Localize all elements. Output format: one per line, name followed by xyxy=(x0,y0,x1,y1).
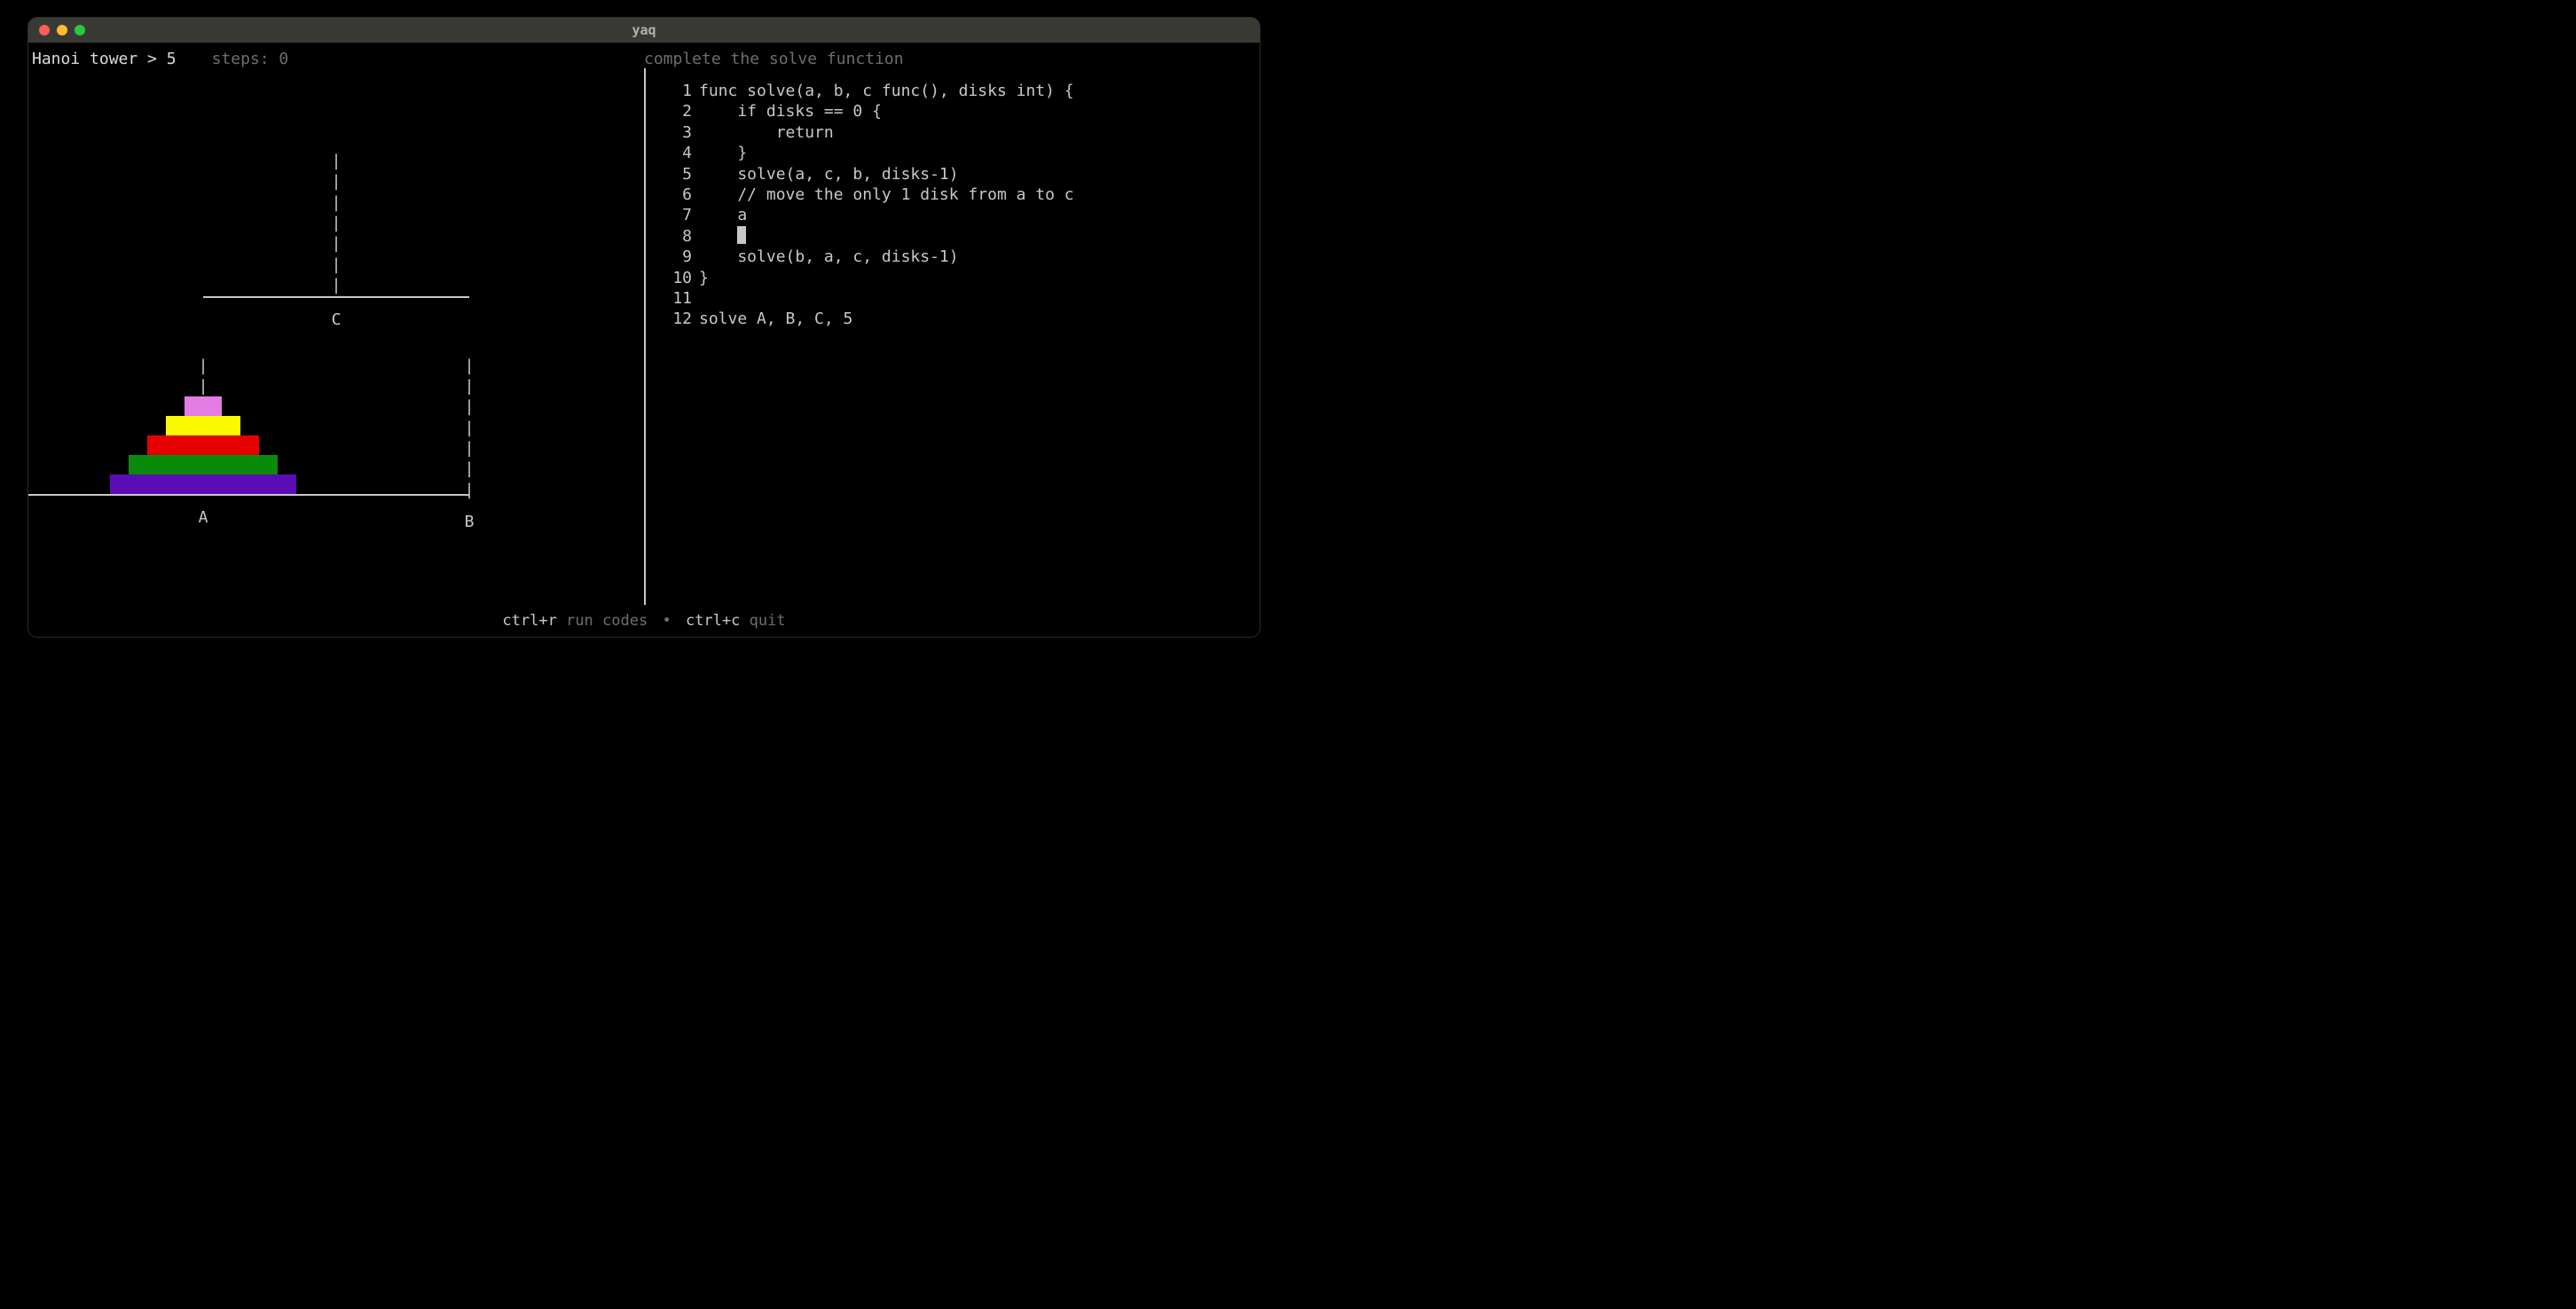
disk xyxy=(129,455,278,474)
peg-b-rod: ||||||| xyxy=(465,356,475,501)
line-number: 2 xyxy=(664,101,692,121)
code-text: } xyxy=(699,268,709,288)
instruction-text: complete the solve function xyxy=(644,50,904,68)
code-text: solve A, B, C, 5 xyxy=(699,309,852,329)
peg-ab-base xyxy=(28,494,469,496)
window-title: yaq xyxy=(28,22,1260,38)
code-line[interactable]: 4 } xyxy=(664,143,1260,163)
code-line[interactable]: 6 // move the only 1 disk from a to c xyxy=(664,184,1260,205)
code-text: func solve(a, b, c func(), disks int) { xyxy=(699,81,1074,101)
line-number: 9 xyxy=(664,247,692,267)
line-number: 8 xyxy=(664,226,692,247)
code-editor[interactable]: 1 func solve(a, b, c func(), disks int) {… xyxy=(644,68,1260,605)
peg-a-rod: || xyxy=(199,356,208,397)
hanoi-visualization: ||||||| C || A xyxy=(28,68,644,605)
code-text: return xyxy=(699,122,834,143)
code-line[interactable]: 3 return xyxy=(664,122,1260,143)
quit-label: quit xyxy=(750,612,786,630)
titlebar: yaq xyxy=(28,18,1260,43)
code-line[interactable]: 10} xyxy=(664,268,1260,288)
line-number: 12 xyxy=(664,309,692,329)
main-area: ||||||| C || A xyxy=(28,68,1260,605)
quit-key: ctrl+c xyxy=(686,612,740,630)
code-line[interactable]: 9 solve(b, a, c, disks-1) xyxy=(664,247,1260,267)
code-text: solve(a, c, b, disks-1) xyxy=(699,164,959,184)
puzzle-title: Hanoi tower > 5 xyxy=(32,50,177,68)
app-content: Hanoi tower > 5 steps: 0 complete the so… xyxy=(28,43,1260,637)
footer-hints: ctrl+r run codes • ctrl+c quit xyxy=(28,605,1260,630)
line-number: 3 xyxy=(664,122,692,143)
code-line[interactable]: 8 xyxy=(664,226,1260,247)
peg-c-label: C xyxy=(332,310,342,329)
line-number: 4 xyxy=(664,143,692,163)
line-number: 11 xyxy=(664,288,692,309)
code-text: if disks == 0 { xyxy=(699,101,882,121)
disk xyxy=(147,435,259,455)
line-number: 10 xyxy=(664,268,692,288)
code-text xyxy=(699,226,737,247)
disk xyxy=(110,474,296,494)
peg-b: ||||||| B xyxy=(336,356,602,532)
run-key: ctrl+r xyxy=(502,612,556,630)
peg-c-rod: ||||||| xyxy=(332,151,342,296)
status-bar: Hanoi tower > 5 steps: 0 complete the so… xyxy=(28,50,1260,68)
peg-b-label: B xyxy=(465,513,475,531)
disk xyxy=(185,396,222,416)
code-text: solve(b, a, c, disks-1) xyxy=(699,247,959,267)
separator-dot: • xyxy=(662,612,671,630)
peg-a-disks xyxy=(110,396,296,494)
code-line[interactable]: 7 a xyxy=(664,205,1260,225)
steps-counter: steps: 0 xyxy=(212,50,289,68)
code-line[interactable]: 1 func solve(a, b, c func(), disks int) { xyxy=(664,81,1260,101)
code-line[interactable]: 11 xyxy=(664,288,1260,309)
line-number: 5 xyxy=(664,164,692,184)
disk xyxy=(166,416,240,435)
peg-c-base xyxy=(203,296,469,298)
peg-a-label: A xyxy=(199,508,208,527)
code-text: } xyxy=(699,143,747,163)
run-label: run codes xyxy=(566,612,648,630)
cursor-icon xyxy=(737,226,746,244)
peg-a: || A xyxy=(70,356,336,532)
line-number: 6 xyxy=(664,184,692,205)
code-line[interactable]: 2 if disks == 0 { xyxy=(664,101,1260,121)
code-text: // move the only 1 disk from a to c xyxy=(699,184,1074,205)
peg-c: ||||||| C xyxy=(70,151,602,329)
code-line[interactable]: 12 solve A, B, C, 5 xyxy=(664,309,1260,329)
code-line[interactable]: 5 solve(a, c, b, disks-1) xyxy=(664,164,1260,184)
line-number: 7 xyxy=(664,205,692,225)
line-number: 1 xyxy=(664,81,692,101)
terminal-window: yaq Hanoi tower > 5 steps: 0 complete th… xyxy=(28,18,1260,637)
code-text: a xyxy=(699,205,747,225)
